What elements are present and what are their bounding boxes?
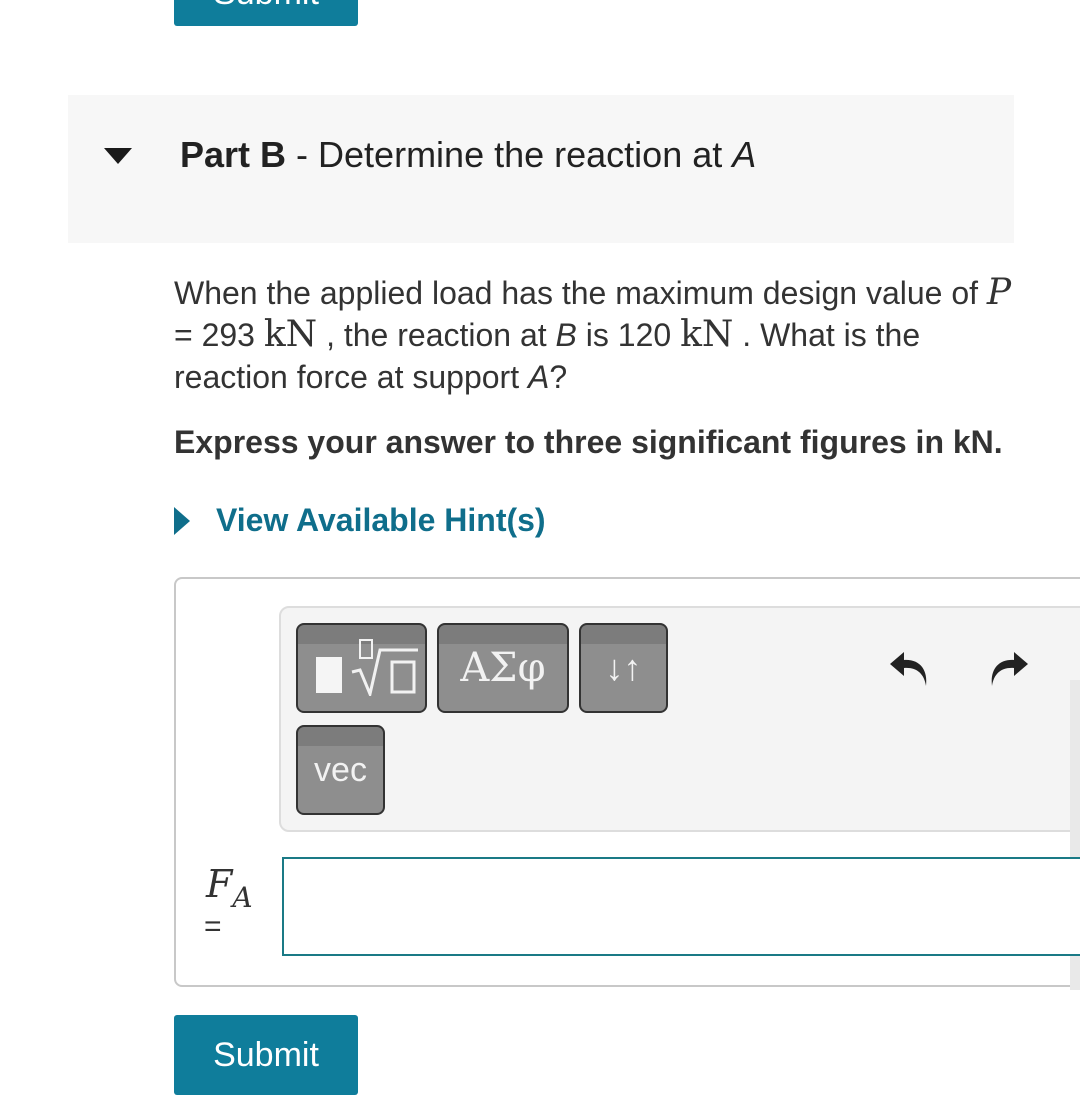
answer-input[interactable] [282, 857, 1080, 956]
view-hints-link[interactable]: View Available Hint(s) [216, 502, 546, 539]
unit-kn-2: kN [680, 314, 734, 355]
part-title-var: A [732, 134, 757, 175]
redo-icon[interactable] [986, 646, 1030, 690]
var-a: A [527, 359, 550, 395]
templates-icon [316, 657, 342, 693]
var-p: P [986, 272, 1012, 313]
question-text: When the applied load has the maximum de… [174, 272, 1024, 398]
answer-instruction: Express your answer to three significant… [174, 424, 1003, 460]
answer-var: F [206, 862, 233, 906]
collapse-triangle-icon[interactable] [104, 148, 132, 164]
question-text-1: When the applied load has the maximum de… [174, 275, 987, 311]
answer-var-sub: A [232, 881, 253, 914]
question-text-2: , the reaction at [317, 317, 556, 353]
part-title-text: Determine the reaction at [318, 134, 733, 175]
undo-icon[interactable] [888, 646, 932, 690]
arrows-button[interactable]: ↓↑ [579, 623, 668, 713]
var-b: B [555, 317, 577, 353]
expand-triangle-icon[interactable] [174, 507, 190, 535]
question-text-5: ? [549, 359, 568, 395]
part-title: Part B - Determine the reaction at A [180, 134, 756, 176]
equals-sign: = [204, 910, 222, 943]
previous-submit-button[interactable]: Submit [174, 0, 358, 26]
unit-kn: kN [263, 314, 318, 355]
part-label: Part B [180, 134, 287, 175]
greek-symbols-button[interactable]: ΑΣφ [437, 623, 569, 713]
vec-button[interactable]: vec [296, 725, 385, 815]
submit-button[interactable]: Submit [174, 1015, 358, 1095]
sqrt-icon [351, 639, 418, 696]
part-separator: - [286, 134, 319, 175]
answer-variable-label: FA [206, 862, 253, 914]
question-value-p: = 293 [174, 317, 264, 353]
question-text-3: is 120 [576, 317, 681, 353]
